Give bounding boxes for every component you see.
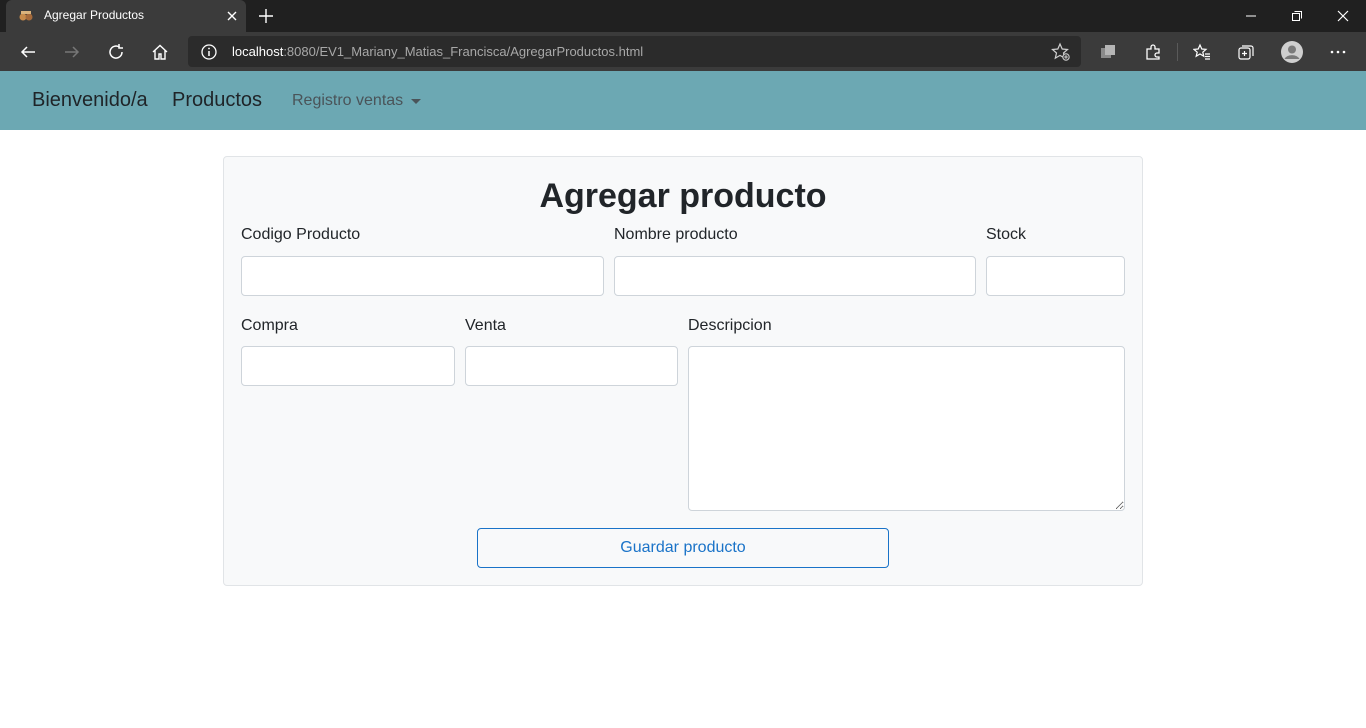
compra-label: Compra (241, 317, 298, 334)
home-button[interactable] (148, 40, 172, 64)
codigo-label: Codigo Producto (241, 226, 361, 243)
nombre-label: Nombre producto (614, 226, 738, 243)
forward-button[interactable] (60, 40, 84, 64)
favorites-button[interactable] (1190, 40, 1214, 64)
more-menu-button[interactable] (1326, 40, 1350, 64)
collections-ext-button[interactable] (1096, 40, 1120, 64)
caret-down-icon (411, 98, 422, 104)
codigo-input[interactable] (241, 256, 604, 296)
restore-icon (1292, 11, 1302, 21)
descripcion-textarea[interactable] (688, 346, 1125, 511)
browser-toolbar: localhost:8080/EV1_Mariany_Matias_Franci… (0, 32, 1366, 71)
back-button[interactable] (16, 40, 40, 64)
venta-input[interactable] (465, 346, 678, 386)
arrow-left-icon (20, 46, 35, 58)
site-favicon-icon (19, 11, 33, 21)
new-tab-icon[interactable] (255, 5, 277, 27)
puzzle-icon (1146, 44, 1160, 60)
url-text: localhost:8080/EV1_Mariany_Matias_Franci… (232, 44, 644, 59)
nav-registro-dropdown[interactable]: Registro ventas (292, 92, 422, 110)
nav-productos-link[interactable]: Productos (172, 89, 262, 112)
browser-tab[interactable]: Agregar Productos (6, 0, 246, 32)
minimize-window-button[interactable] (1228, 0, 1274, 32)
collections-icon (1238, 45, 1254, 60)
extension-app-icon (1101, 45, 1115, 58)
add-product-card: Agregar producto Codigo Producto Nombre … (223, 156, 1143, 586)
arrow-right-icon (65, 46, 80, 58)
tab-title: Agregar Productos (44, 8, 145, 22)
home-icon (152, 44, 168, 60)
minimize-icon (1246, 15, 1256, 17)
nav-brand-link[interactable]: Bienvenido/a (32, 89, 148, 112)
avatar-icon (1281, 41, 1303, 63)
stock-input[interactable] (986, 256, 1125, 296)
descripcion-label: Descripcion (688, 317, 772, 334)
reload-button[interactable] (104, 40, 128, 64)
close-tab-icon[interactable] (224, 8, 240, 24)
site-navbar: Bienvenido/a Productos Registro ventas (0, 71, 1366, 130)
ellipsis-icon (1330, 50, 1346, 54)
stock-label: Stock (986, 226, 1027, 243)
compra-input[interactable] (241, 346, 455, 386)
profile-button[interactable] (1280, 40, 1304, 64)
extensions-button[interactable] (1141, 40, 1165, 64)
favorites-icon (1193, 43, 1210, 60)
venta-label: Venta (465, 317, 506, 334)
save-product-button[interactable]: Guardar producto (477, 528, 889, 568)
address-bar[interactable]: localhost:8080/EV1_Mariany_Matias_Franci… (188, 36, 1081, 67)
close-icon (1337, 10, 1349, 22)
page-title: Agregar producto (539, 177, 827, 215)
browser-tab-bar: Agregar Productos (0, 0, 1366, 32)
reload-icon (109, 44, 123, 59)
nombre-input[interactable] (614, 256, 976, 296)
toolbar-separator (1177, 43, 1178, 61)
restore-window-button[interactable] (1274, 0, 1320, 32)
nav-registro-label: Registro ventas (292, 92, 404, 109)
info-icon[interactable] (200, 43, 218, 61)
close-window-button[interactable] (1320, 0, 1366, 32)
add-favorite-icon[interactable] (1051, 42, 1071, 62)
collections-button[interactable] (1234, 40, 1258, 64)
